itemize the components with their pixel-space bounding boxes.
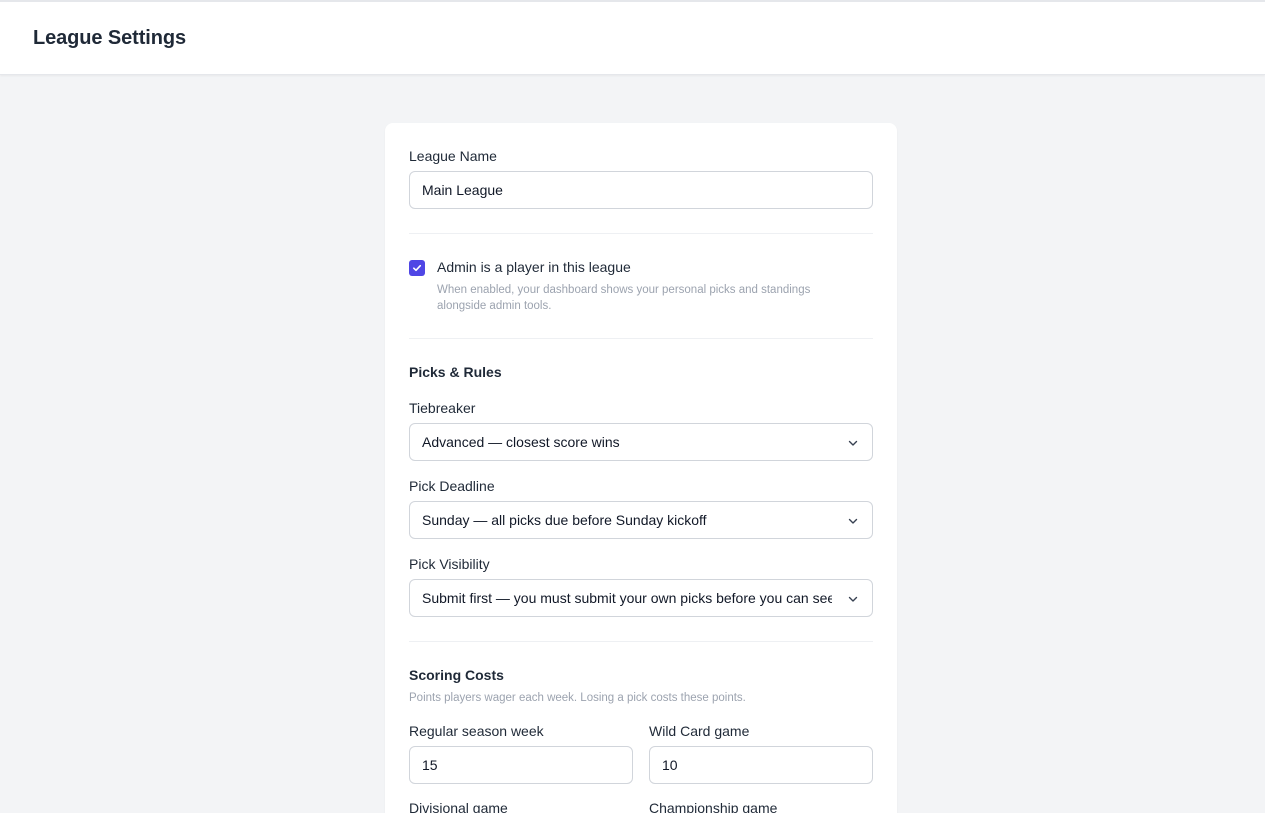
- page-title: League Settings: [33, 27, 186, 49]
- wild-card-input[interactable]: 10: [649, 746, 873, 784]
- chevron-down-icon: [848, 518, 858, 524]
- pick-deadline-value: Sunday — all picks due before Sunday kic…: [422, 512, 707, 528]
- scoring-costs-help: Points players wager each week. Losing a…: [409, 692, 746, 704]
- league-name-input[interactable]: Main League: [409, 171, 873, 209]
- divider: [409, 233, 873, 234]
- admin-player-help: When enabled, your dashboard shows your …: [437, 284, 811, 312]
- settings-card: League Name Main League Admin is a playe…: [385, 123, 897, 813]
- scoring-costs-title: Scoring Costs: [409, 667, 504, 683]
- picks-rules-title: Picks & Rules: [409, 364, 502, 380]
- regular-season-input[interactable]: 15: [409, 746, 633, 784]
- regular-season-value: 15: [422, 757, 438, 773]
- divider: [409, 641, 873, 642]
- tiebreaker-label: Tiebreaker: [409, 400, 476, 416]
- pick-visibility-label: Pick Visibility: [409, 556, 490, 572]
- divisional-label: Divisional game: [409, 800, 508, 813]
- tiebreaker-select[interactable]: Advanced — closest score wins: [409, 423, 873, 461]
- chevron-down-icon: [848, 440, 858, 446]
- chevron-down-icon: [848, 596, 858, 602]
- pick-deadline-select[interactable]: Sunday — all picks due before Sunday kic…: [409, 501, 873, 539]
- wild-card-label: Wild Card game: [649, 723, 750, 739]
- league-name-value: Main League: [422, 182, 503, 198]
- wild-card-value: 10: [662, 757, 678, 773]
- championship-label: Championship game: [649, 800, 778, 813]
- page-header: League Settings: [0, 0, 1265, 75]
- divider: [409, 338, 873, 339]
- pick-visibility-select[interactable]: Submit first — you must submit your own …: [409, 579, 873, 617]
- tiebreaker-value: Advanced — closest score wins: [422, 434, 620, 450]
- check-icon: [413, 264, 422, 272]
- league-name-label: League Name: [409, 148, 497, 164]
- pick-deadline-label: Pick Deadline: [409, 478, 495, 494]
- regular-season-label: Regular season week: [409, 723, 544, 739]
- admin-player-label[interactable]: Admin is a player in this league: [437, 259, 631, 275]
- pick-visibility-value: Submit first — you must submit your own …: [422, 590, 832, 606]
- admin-player-checkbox[interactable]: [409, 260, 425, 276]
